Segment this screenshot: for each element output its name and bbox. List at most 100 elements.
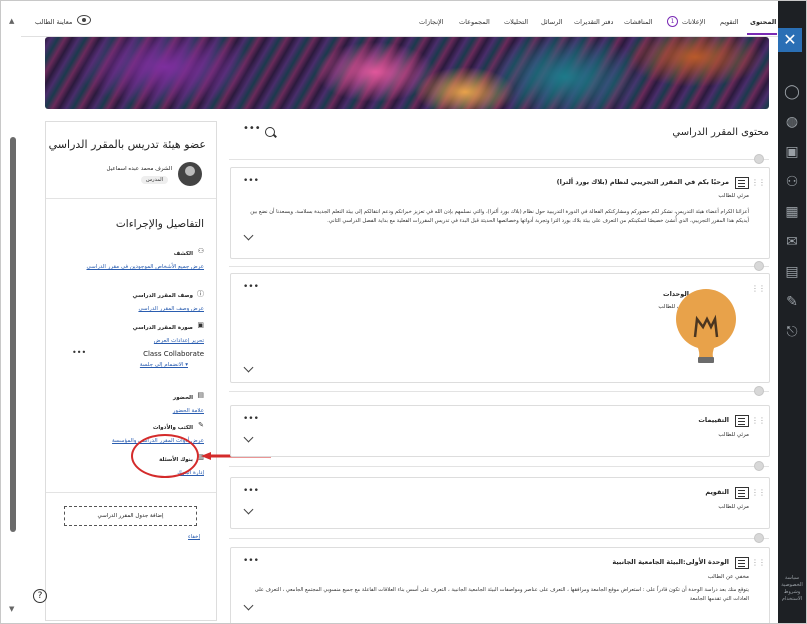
visibility-dropdown[interactable]: مرئي للطالب [718, 193, 749, 199]
tab-achievements[interactable]: الإنجازات [419, 18, 444, 26]
chevron-down-icon[interactable] [243, 362, 254, 373]
description-title: وصف المقرر الدراسي [132, 293, 193, 299]
roster-link[interactable]: عرض جميع الأشخاص الموجودين في مقرر الدرا… [64, 263, 204, 272]
instructor-name[interactable]: الشرف محمد عبده اسماعيل [107, 166, 172, 172]
courses-icon[interactable]: ▣ [783, 143, 801, 161]
drag-handle-icon[interactable]: ⋮⋮ [751, 558, 766, 567]
folder-icon [735, 487, 749, 499]
content-header: ••• محتوى المقرر الدراسي [231, 121, 771, 151]
course-navigation: معاينة الطالب الإنجازات المجموعات التحلي… [21, 9, 780, 37]
more-options-icon[interactable]: ••• [72, 348, 86, 357]
app-window: ▲ ▼ معاينة الطالب الإنجازات المجموعات ال… [0, 0, 807, 624]
profile-icon[interactable]: ◯ [783, 83, 801, 101]
calendar-icon[interactable]: ▦ [783, 203, 801, 221]
tab-announcements[interactable]: الإعلانات [682, 18, 705, 26]
content-item-welcome[interactable]: ⋮⋮ مرحبًا بكم في المقرر التجريبي لنظام (… [230, 167, 770, 259]
avatar [178, 162, 202, 186]
tab-calendar[interactable]: التقويم [720, 18, 739, 26]
content-item-assessments[interactable]: ⋮⋮ التقييمات مرئي للطالب ••• [230, 405, 770, 457]
item-title[interactable]: التقويم [705, 488, 729, 496]
course-image-title: صورة المقرر الدراسي [132, 325, 193, 331]
course-banner-image [45, 37, 769, 109]
course-image-section: صورة المقرر الدراسي ▣ تحرير إعدادات العرض [133, 314, 204, 346]
scrollbar[interactable]: ▲ ▼ [7, 17, 19, 617]
more-options-icon[interactable]: ••• [243, 123, 261, 134]
add-content-button[interactable] [754, 386, 764, 396]
divider [46, 198, 216, 199]
description-link[interactable]: عرض وصف المقرر الدراسي [133, 305, 204, 314]
messages-icon[interactable]: ✉ [783, 233, 801, 251]
tab-gradebook[interactable]: دفتر التقديرات [574, 18, 613, 26]
tab-groups[interactable]: المجموعات [459, 18, 490, 26]
scroll-down-icon[interactable]: ▼ [9, 605, 14, 613]
content-item-unit-one[interactable]: ⋮⋮ الوحدة الأولى:البيئة الجامعية الجانبي… [230, 547, 770, 623]
add-content-button[interactable] [754, 261, 764, 271]
close-button[interactable]: ✕ [778, 28, 802, 52]
privacy-terms-text[interactable]: سياسة الخصوصية وشروط الاستخدام [780, 575, 804, 603]
drag-handle-icon[interactable]: ⋮⋮ [751, 178, 766, 187]
item-description: أعزائنا الكرام أعضاء هيئة التدريس، نشكر … [250, 209, 749, 224]
more-options-icon[interactable]: ••• [243, 486, 259, 496]
roster-title: الكشف [173, 251, 193, 257]
search-icon[interactable] [265, 127, 275, 137]
collaborate-title: Class Collaborate [143, 350, 204, 358]
visibility-dropdown[interactable]: مرئي للطالب [718, 504, 749, 510]
active-tab-indicator [747, 33, 777, 35]
chevron-down-icon[interactable] [243, 230, 254, 241]
folder-icon [735, 415, 749, 427]
add-content-line [229, 466, 769, 467]
add-content-button[interactable] [754, 154, 764, 164]
add-content-line [229, 266, 769, 267]
description-section: وصف المقرر الدراسي ⓘ عرض وصف المقرر الدرا… [133, 282, 204, 314]
visibility-dropdown[interactable]: مخفي عن الطالب [708, 574, 749, 580]
collaborate-join-link[interactable]: الانضمام إلى جلسة ▾ [140, 362, 188, 368]
more-options-icon[interactable]: ••• [243, 282, 259, 292]
more-options-icon[interactable]: ••• [243, 556, 259, 566]
add-content-line [229, 159, 769, 160]
divider [46, 492, 216, 493]
signout-icon[interactable]: ⎋ [783, 323, 801, 341]
help-icon[interactable]: ? [33, 589, 47, 603]
student-preview-link[interactable]: معاينة الطالب [35, 18, 72, 26]
add-content-button[interactable] [754, 461, 764, 471]
tab-discussions[interactable]: المناقشات [624, 18, 653, 26]
visibility-dropdown[interactable]: مرئي للطالب [718, 432, 749, 438]
add-content-button[interactable] [754, 533, 764, 543]
organizations-icon[interactable]: ⚇ [783, 173, 801, 191]
more-options-icon[interactable]: ••• [243, 414, 259, 424]
chevron-down-icon[interactable] [243, 504, 254, 515]
content-item-units[interactable]: ⋮⋮ الوحدات مرئي للطالب ••• [230, 273, 770, 383]
tab-content[interactable]: المحتوى [750, 18, 776, 26]
more-options-icon[interactable]: ••• [243, 176, 259, 186]
annotation-circle [131, 434, 199, 478]
scroll-up-icon[interactable]: ▲ [9, 17, 14, 25]
page-title: محتوى المقرر الدراسي [672, 127, 769, 138]
eye-icon[interactable] [77, 15, 91, 25]
grades-icon[interactable]: ▤ [783, 263, 801, 281]
attendance-title: الحضور [173, 395, 193, 401]
item-title[interactable]: مرحبًا بكم في المقرر التجريبي لنظام (بلا… [557, 178, 729, 186]
instructor-role-badge: المدرس [141, 176, 168, 184]
item-title[interactable]: التقييمات [698, 416, 729, 424]
faculty-title: عضو هيئة تدريس بالمقرر الدراسي [48, 138, 206, 151]
tab-messages[interactable]: الرسائل [541, 18, 563, 26]
document-icon [735, 177, 749, 189]
tools-icon: ✎ [198, 420, 204, 429]
item-title[interactable]: الوحدة الأولى:البيئة الجامعية الجانبية [612, 558, 729, 566]
add-content-line [229, 391, 769, 392]
scroll-thumb[interactable] [10, 137, 16, 532]
item-description: يتوقع منك بعد دراسة الوحدة أن تكون قادرا… [254, 587, 749, 602]
tools-icon[interactable]: ✎ [783, 293, 801, 311]
notification-badge: 1 [667, 16, 678, 27]
chevron-down-icon[interactable] [243, 432, 254, 443]
tab-analytics[interactable]: التحليلات [504, 18, 528, 26]
content-item-calendar[interactable]: ⋮⋮ التقويم مرئي للطالب ••• [230, 477, 770, 529]
course-image-link[interactable]: تحرير إعدادات العرض [133, 337, 204, 346]
globe-icon[interactable]: ◍ [783, 113, 801, 131]
drag-handle-icon[interactable]: ⋮⋮ [751, 488, 766, 497]
add-schedule-button[interactable]: إضافة جدول المقرر الدراسي [64, 506, 197, 526]
hide-link[interactable]: إخفاء [188, 534, 200, 540]
drag-handle-icon[interactable]: ⋮⋮ [751, 416, 766, 425]
drag-handle-icon[interactable]: ⋮⋮ [751, 284, 766, 293]
attendance-icon: ▤ [197, 390, 204, 399]
